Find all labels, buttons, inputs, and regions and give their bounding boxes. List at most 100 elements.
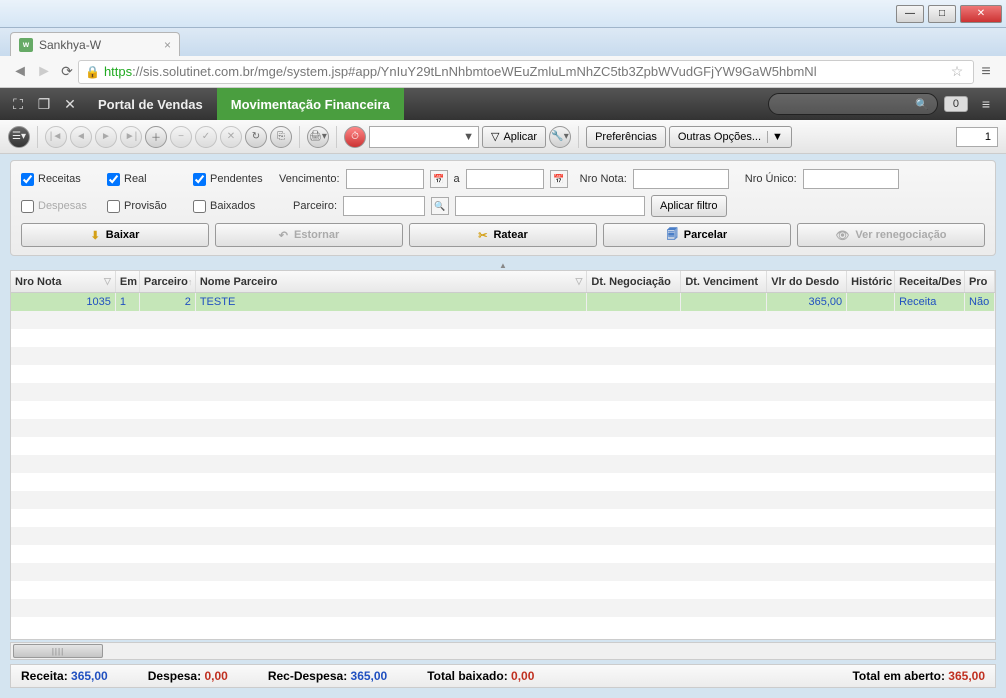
chevron-up-icon: ▲ [499, 261, 507, 270]
nav-prev-button[interactable]: ◄ [70, 126, 92, 148]
add-button[interactable]: ＋ [145, 126, 167, 148]
filter-icon: ▽ [491, 130, 499, 143]
sort-icon[interactable]: ↑ [188, 277, 193, 287]
outras-opcoes-button[interactable]: Outras Opções...▼ [669, 126, 792, 148]
table-row [11, 401, 995, 419]
url-input[interactable]: 🔒 https ://sis.solutinet.com.br/mge/syst… [78, 60, 974, 84]
nav-forward-button[interactable]: ► [32, 63, 56, 81]
ratear-button[interactable]: ✂Ratear [409, 223, 597, 247]
page-number-input[interactable]: 1 [956, 127, 998, 147]
col-vlr-desdo[interactable]: Vlr do Desdo [767, 271, 847, 292]
split-icon: ✂ [478, 229, 487, 242]
calendar-icon[interactable]: 📅 [550, 170, 568, 188]
browser-menu-button[interactable]: ≡ [974, 63, 998, 81]
app-search-input[interactable]: 🔍 [768, 93, 938, 115]
table-row [11, 311, 995, 329]
copy-button[interactable]: ⎘ [270, 126, 292, 148]
refresh-button[interactable]: ↻ [245, 126, 267, 148]
aplicar-button[interactable]: ▽Aplicar [482, 126, 546, 148]
real-checkbox[interactable]: Real [107, 173, 187, 186]
table-row [11, 617, 995, 635]
expand-toggle[interactable]: ▲ [0, 260, 1006, 270]
col-dt-negociacao[interactable]: Dt. Negociação [587, 271, 681, 292]
nav-next-button[interactable]: ► [95, 126, 117, 148]
table-row [11, 455, 995, 473]
table-row[interactable]: 1035 1 2 TESTE 365,00 Receita Não [11, 293, 995, 311]
window-close-button[interactable]: ✕ [960, 5, 1002, 23]
window-maximize-button[interactable]: □ [928, 5, 956, 23]
parcelar-button[interactable]: 🗐Parcelar [603, 223, 791, 247]
windows-icon[interactable]: ❐ [32, 92, 56, 116]
table-row [11, 437, 995, 455]
nro-nota-input[interactable] [633, 169, 729, 189]
parceiro-name-input[interactable] [455, 196, 645, 216]
menu-round-button[interactable]: ☰▾ [8, 126, 30, 148]
lock-icon: 🔒 [85, 65, 100, 79]
col-parceiro[interactable]: Parceiro↑ [140, 271, 196, 292]
print-button[interactable]: 🖨▾ [307, 126, 329, 148]
receitas-checkbox[interactable]: Receitas [21, 173, 101, 186]
cell-rec[interactable]: Receita [895, 293, 965, 311]
parceiro-label: Parceiro: [293, 200, 337, 212]
provisao-checkbox[interactable]: Provisão [107, 200, 187, 213]
status-total-baixado: Total baixado: 0,00 [427, 669, 534, 683]
parceiro-code-input[interactable] [343, 196, 425, 216]
cell-vlr[interactable]: 365,00 [767, 293, 847, 311]
tab-movimentacao-financeira[interactable]: Movimentação Financeira [217, 88, 404, 120]
nav-back-button[interactable]: ◄ [8, 63, 32, 81]
cell-nro-nota[interactable]: 1035 [11, 293, 116, 311]
cell-pro[interactable]: Não [965, 293, 995, 311]
col-historico[interactable]: Históric [847, 271, 895, 292]
close-tab-icon[interactable]: ✕ [58, 92, 82, 116]
divider [336, 126, 337, 148]
confirm-button[interactable]: ✓ [195, 126, 217, 148]
tab-portal-vendas[interactable]: Portal de Vendas [84, 88, 217, 120]
baixar-button[interactable]: ⬇Baixar [21, 223, 209, 247]
reload-button[interactable]: ⟳ [56, 63, 78, 80]
bookmark-star-icon[interactable]: ☆ [947, 63, 967, 80]
scrollbar-thumb[interactable]: |||| [13, 644, 103, 658]
pendentes-checkbox[interactable]: Pendentes [193, 173, 273, 186]
filter-icon[interactable]: ▽ [575, 276, 582, 287]
baixados-checkbox[interactable]: Baixados [193, 200, 273, 213]
filter-icon[interactable]: ▽ [104, 276, 111, 287]
notification-count[interactable]: 0 [944, 96, 968, 112]
fullscreen-icon[interactable]: ⛶ [6, 92, 30, 116]
a-label: a [454, 173, 460, 185]
preferencias-button[interactable]: Preferências [586, 126, 666, 148]
table-row [11, 329, 995, 347]
cell-em[interactable]: 1 [116, 293, 140, 311]
table-row [11, 473, 995, 491]
cancel-round-button[interactable]: ✕ [220, 126, 242, 148]
col-receita-despesa[interactable]: Receita/Des [895, 271, 965, 292]
nro-unico-input[interactable] [803, 169, 899, 189]
cell-nome-parceiro[interactable]: TESTE [196, 293, 588, 311]
vencimento-de-input[interactable] [346, 169, 424, 189]
nav-first-button[interactable]: |◄ [45, 126, 67, 148]
col-em[interactable]: Em [116, 271, 140, 292]
filter-combo[interactable]: ▼ [369, 126, 479, 148]
estornar-button[interactable]: ↶Estornar [215, 223, 403, 247]
browser-tab[interactable]: w Sankhya-W × [10, 32, 180, 56]
browser-tab-bar: w Sankhya-W × [0, 28, 1006, 56]
app-menu-button[interactable]: ≡ [974, 92, 998, 116]
vencimento-ate-input[interactable] [466, 169, 544, 189]
window-minimize-button[interactable]: — [896, 5, 924, 23]
lookup-icon[interactable]: 🔍 [431, 197, 449, 215]
alert-button[interactable]: ⏱ [344, 126, 366, 148]
horizontal-scrollbar[interactable]: |||| [10, 642, 996, 660]
cell-parceiro[interactable]: 2 [140, 293, 196, 311]
table-row [11, 365, 995, 383]
calendar-icon[interactable]: 📅 [430, 170, 448, 188]
remove-button[interactable]: − [170, 126, 192, 148]
aplicar-filtro-button[interactable]: Aplicar filtro [651, 195, 726, 217]
col-dt-vencimento[interactable]: Dt. Venciment [681, 271, 767, 292]
ver-renegociacao-button[interactable]: 👁Ver renegociação [797, 223, 985, 247]
despesas-checkbox[interactable]: Despesas [21, 200, 101, 213]
col-nome-parceiro[interactable]: Nome Parceiro▽ [196, 271, 588, 292]
settings-button[interactable]: 🔧▾ [549, 126, 571, 148]
tab-close-icon[interactable]: × [164, 38, 171, 52]
col-nro-nota[interactable]: Nro Nota▽ [11, 271, 116, 292]
nav-last-button[interactable]: ►| [120, 126, 142, 148]
col-pro[interactable]: Pro [965, 271, 995, 292]
